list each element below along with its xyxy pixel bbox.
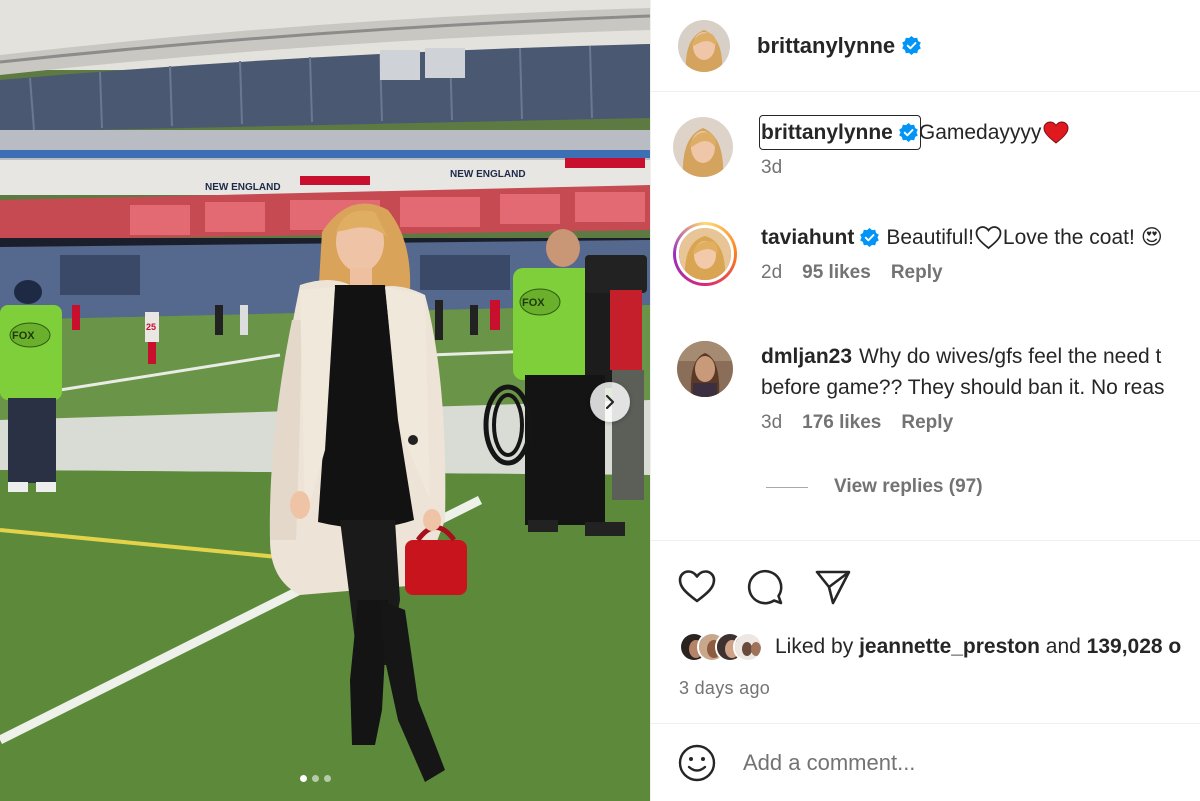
liker-avatar-stack[interactable] xyxy=(679,632,763,662)
comment-text-part1: Beautiful! xyxy=(886,226,974,249)
comment-bubble-icon[interactable] xyxy=(745,567,785,607)
next-slide-button[interactable] xyxy=(590,382,630,422)
commenter-username[interactable]: taviahunt xyxy=(761,222,880,253)
caption-avatar[interactable] xyxy=(673,117,733,177)
comment-time: 3d xyxy=(761,412,783,433)
fox-badge-left: FOX xyxy=(12,330,35,342)
stadium-photo: NEW ENGLAND NEW ENGLAND 25 FOX FOX xyxy=(0,0,650,801)
add-comment-input[interactable] xyxy=(743,749,1143,776)
view-replies-label: View replies (97) xyxy=(834,476,983,497)
slide-indicator xyxy=(300,775,331,782)
share-paper-plane-icon[interactable] xyxy=(813,567,853,607)
liker-avatar xyxy=(733,632,763,662)
post-timestamp: 3 days ago xyxy=(679,678,771,698)
white-heart-emoji-icon xyxy=(975,225,1002,249)
player-number: 25 xyxy=(146,322,156,332)
caption-text: Gamedayyyy xyxy=(918,121,1042,144)
caption-time: 3d xyxy=(761,157,783,178)
verified-badge-icon xyxy=(902,36,921,55)
post-header: brittanylynne xyxy=(651,0,1200,92)
fox-badge-right: FOX xyxy=(522,297,545,309)
comment-row: dmljan23 Why do wives/gfs feel the need … xyxy=(673,341,1165,434)
likes-summary: Liked by jeannette_preston and 139,028 o xyxy=(679,632,1181,662)
stadium-sign-1: NEW ENGLAND xyxy=(205,182,281,193)
add-comment-bar xyxy=(651,723,1200,801)
liked-by-middle: and xyxy=(1039,635,1087,658)
comment-text-line2: before game?? They should ban it. No rea… xyxy=(761,376,1165,399)
emoji-picker-icon[interactable] xyxy=(677,743,717,783)
comment-text-line1: Why do wives/gfs feel the need t xyxy=(859,345,1162,368)
reply-button[interactable]: Reply xyxy=(891,262,943,284)
likes-count[interactable]: 139,028 o xyxy=(1087,635,1182,659)
slide-dot xyxy=(300,775,307,782)
comment-likes-count[interactable]: 95 likes xyxy=(802,262,871,284)
slide-dot xyxy=(312,775,319,782)
red-heart-emoji-icon xyxy=(1043,120,1069,144)
caption-row: brittanylynne Gamedayyyy 3d xyxy=(673,115,1069,179)
comment-time: 2d xyxy=(761,262,783,283)
view-replies-button[interactable]: View replies (97) xyxy=(766,476,983,498)
like-heart-icon[interactable] xyxy=(677,567,717,607)
commenter-avatar[interactable] xyxy=(673,222,737,286)
commenter-avatar[interactable] xyxy=(677,341,733,397)
commenter-username[interactable]: dmljan23 xyxy=(761,341,852,372)
author-username[interactable]: brittanylynne xyxy=(757,33,895,59)
comment-row: taviahunt Beautiful! Love the coat! 😍 2d… xyxy=(673,222,1163,286)
verified-badge-icon xyxy=(860,228,880,247)
verified-badge-icon xyxy=(899,123,918,142)
chevron-right-icon xyxy=(605,394,615,410)
comments-section: brittanylynne Gamedayyyy 3d taviahunt Be… xyxy=(651,92,1200,540)
reply-button[interactable]: Reply xyxy=(901,412,953,434)
author-avatar[interactable] xyxy=(678,19,730,72)
heart-eyes-emoji: 😍 xyxy=(1140,225,1163,249)
liked-by-user[interactable]: jeannette_preston xyxy=(859,635,1040,659)
post-panel: brittanylynne brittanylynne Gamedayyyy 3… xyxy=(650,0,1200,801)
comment-likes-count[interactable]: 176 likes xyxy=(802,412,881,434)
comment-text-part2: Love the coat! xyxy=(1002,226,1135,249)
action-bar xyxy=(651,540,1200,607)
post-photo[interactable]: NEW ENGLAND NEW ENGLAND 25 FOX FOX xyxy=(0,0,650,801)
stadium-sign-2: NEW ENGLAND xyxy=(450,169,526,180)
view-replies-rule xyxy=(766,486,808,488)
liked-by-prefix: Liked by xyxy=(775,635,860,658)
slide-dot xyxy=(324,775,331,782)
caption-username[interactable]: brittanylynne xyxy=(759,115,921,150)
